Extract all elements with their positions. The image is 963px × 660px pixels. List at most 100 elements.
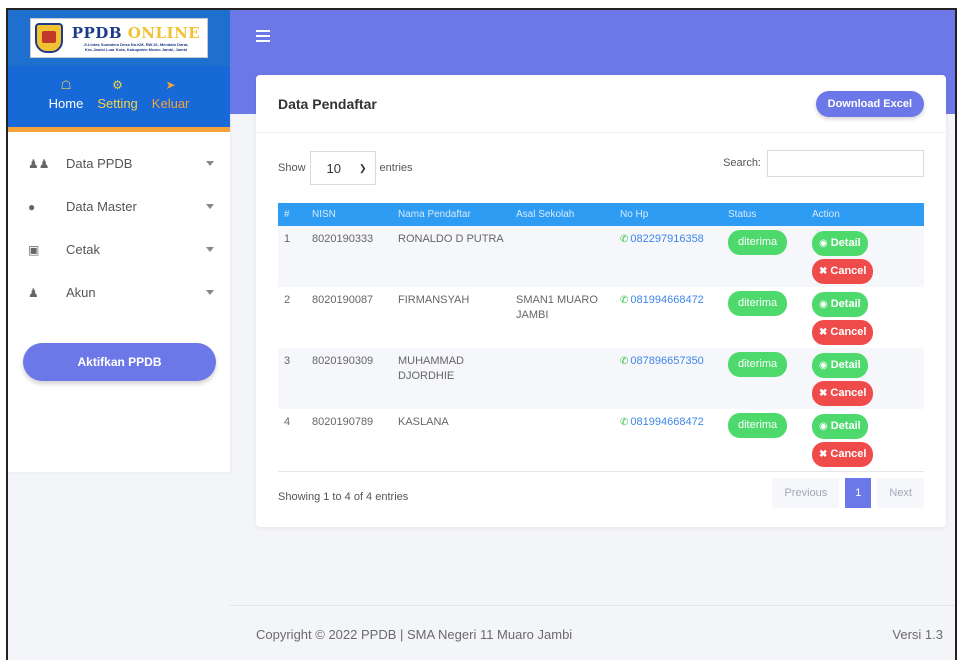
sidebar-item-data-master[interactable]: ● Data Master <box>8 185 230 228</box>
nav-setting-label: Setting <box>97 96 138 111</box>
cell-action: ◉ Detail ✖ Cancel <box>806 409 924 470</box>
hamburger-menu-icon[interactable] <box>256 30 270 42</box>
cell-nama: RONALDO D PUTRA <box>398 233 504 245</box>
eye-icon: ◉ <box>819 360 828 371</box>
cell-asal <box>510 409 614 470</box>
database-icon: ● <box>28 199 36 214</box>
detail-label: Detail <box>830 237 861 249</box>
cell-nama: FIRMANSYAH <box>398 294 470 306</box>
table-row: 1 8020190333 RONALDO D PUTRA ✆ 0822979163… <box>278 226 924 287</box>
detail-button[interactable]: ◉ Detail <box>812 292 868 317</box>
table-header-row: # NISN Nama Pendaftar Asal Sekolah No Hp… <box>278 203 924 226</box>
search-label: Search: <box>723 157 761 169</box>
detail-label: Detail <box>830 298 861 310</box>
cell-action: ◉ Detail ✖ Cancel <box>806 226 924 287</box>
card-header: Data Pendaftar Download Excel <box>256 75 946 133</box>
whatsapp-icon: ✆ <box>620 234 629 245</box>
page-button-1[interactable]: 1 <box>845 478 872 508</box>
cancel-label: Cancel <box>830 265 867 277</box>
column-header-nisn[interactable]: NISN <box>306 203 392 226</box>
user-icon: ♟ <box>28 285 39 300</box>
cancel-label: Cancel <box>830 326 867 338</box>
sidebar-item-data-ppdb[interactable]: ♟♟ Data PPDB <box>8 142 230 185</box>
brand-bar: PPDB ONLINE Jl.Lintas Sumatera Desa No.K… <box>8 10 230 66</box>
cell-hp: ✆ 081994668472 <box>614 287 722 348</box>
sidebar-item-cetak[interactable]: ▣ Cetak <box>8 228 230 271</box>
cancel-button[interactable]: ✖ Cancel <box>812 259 874 284</box>
column-header-no[interactable]: # <box>278 203 306 226</box>
cancel-button[interactable]: ✖ Cancel <box>812 442 874 467</box>
sidebar: PPDB ONLINE Jl.Lintas Sumatera Desa No.K… <box>8 10 230 472</box>
registrants-card: Data Pendaftar Download Excel Show 10 ❯ … <box>256 75 946 527</box>
activate-ppdb-button[interactable]: Aktifkan PPDB <box>23 343 216 381</box>
nav-logout[interactable]: ➤ Keluar <box>152 78 190 127</box>
caret-down-icon <box>206 204 214 209</box>
caret-down-icon <box>206 290 214 295</box>
phone-number: 082297916358 <box>630 233 704 245</box>
pagination-info: Showing 1 to 4 of 4 entries <box>278 491 409 503</box>
cancel-label: Cancel <box>830 387 867 399</box>
table-row: 3 8020190309 MUHAMMAD DJORDHIE ✆ 08789665… <box>278 348 924 409</box>
whatsapp-link[interactable]: ✆ 081994668472 <box>620 294 704 306</box>
table-row: 4 8020190789 KASLANA ✆ 081994668472 diter… <box>278 409 924 470</box>
close-icon: ✖ <box>819 266 828 277</box>
cancel-label: Cancel <box>830 448 867 460</box>
cell-asal <box>510 226 614 287</box>
cancel-button[interactable]: ✖ Cancel <box>812 320 874 345</box>
users-icon: ♟♟ <box>28 156 50 171</box>
detail-button[interactable]: ◉ Detail <box>812 231 868 256</box>
cell-hp: ✆ 082297916358 <box>614 226 722 287</box>
cell-action: ◉ Detail ✖ Cancel <box>806 287 924 348</box>
cell-nisn: 8020190309 <box>312 355 374 367</box>
topbar <box>230 10 955 70</box>
eye-icon: ◉ <box>819 238 828 249</box>
sidebar-item-akun[interactable]: ♟ Akun <box>8 271 230 314</box>
whatsapp-link[interactable]: ✆ 087896657350 <box>620 355 704 367</box>
copyright-text: Copyright © 2022 PPDB | SMA Negeri 11 Mu… <box>256 626 573 642</box>
phone-number: 081994668472 <box>630 294 704 306</box>
sidebar-menu: ♟♟ Data PPDB ● Data Master ▣ Cetak ♟ Aku… <box>8 132 230 314</box>
entries-label: entries <box>379 162 413 174</box>
search-wrap: Search: <box>723 149 924 177</box>
column-header-asal[interactable]: Asal Sekolah <box>510 203 614 226</box>
entries-select-value: 10 <box>326 160 341 176</box>
school-emblem-icon <box>35 23 63 53</box>
nav-setting[interactable]: ⚙ Setting <box>97 78 137 127</box>
page-footer: Copyright © 2022 PPDB | SMA Negeri 11 Mu… <box>230 605 955 660</box>
detail-button[interactable]: ◉ Detail <box>812 353 868 378</box>
caret-down-icon <box>206 161 214 166</box>
cancel-button[interactable]: ✖ Cancel <box>812 381 874 406</box>
phone-number: 087896657350 <box>630 355 704 367</box>
table-footer: Showing 1 to 4 of 4 entries Previous 1 N… <box>278 471 924 508</box>
whatsapp-icon: ✆ <box>620 417 629 428</box>
logo-title: PPDB ONLINE <box>72 24 200 42</box>
detail-button[interactable]: ◉ Detail <box>812 414 868 439</box>
cell-nama: KASLANA <box>398 416 449 428</box>
phone-number: 081994668472 <box>630 416 704 428</box>
cell-action: ◉ Detail ✖ Cancel <box>806 348 924 409</box>
close-icon: ✖ <box>819 449 828 460</box>
search-input[interactable] <box>767 149 924 177</box>
cell-asal <box>510 348 614 409</box>
cell-status: diterima <box>722 226 806 287</box>
nav-home[interactable]: ☖ Home <box>49 78 84 127</box>
logo-address-2: Kec.Jambi Luar Kota, Kabupaten Muaro Jam… <box>84 47 188 52</box>
cell-no: 1 <box>284 233 291 245</box>
column-header-status[interactable]: Status <box>722 203 806 226</box>
column-header-nama[interactable]: Nama Pendaftar <box>392 203 510 226</box>
version-text: Versi 1.3 <box>892 626 943 642</box>
user-cog-icon: ⚙ <box>112 78 123 92</box>
whatsapp-link[interactable]: ✆ 081994668472 <box>620 416 704 428</box>
previous-button[interactable]: Previous <box>772 478 840 508</box>
row-actions: ◉ Detail ✖ Cancel <box>812 292 918 345</box>
cell-nisn: 8020190333 <box>312 233 374 245</box>
download-excel-button[interactable]: Download Excel <box>815 90 924 117</box>
column-header-hp[interactable]: No Hp <box>614 203 722 226</box>
detail-label: Detail <box>830 359 861 371</box>
next-button[interactable]: Next <box>877 478 924 508</box>
entries-select[interactable]: 10 ❯ <box>309 151 376 185</box>
cell-nama: MUHAMMAD DJORDHIE <box>398 355 464 382</box>
logo[interactable]: PPDB ONLINE Jl.Lintas Sumatera Desa No.K… <box>30 18 208 58</box>
whatsapp-link[interactable]: ✆ 082297916358 <box>620 233 704 245</box>
close-icon: ✖ <box>819 388 828 399</box>
